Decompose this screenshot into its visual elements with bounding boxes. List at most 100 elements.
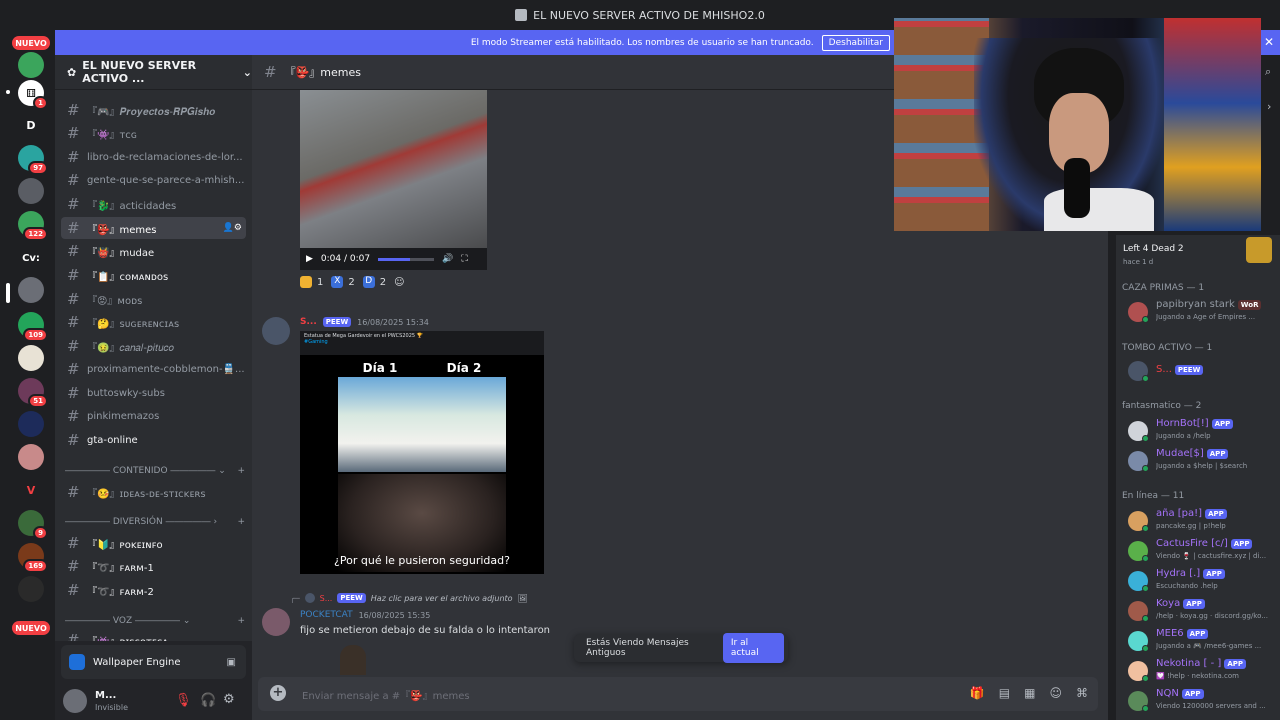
server-icon-red[interactable]: 169 [18,543,48,573]
member-item[interactable]: MEE6 APP Jugando a 🎮 /mee6-games ... [1122,627,1280,655]
server-icon-dog[interactable] [18,345,44,371]
new-badge: NUEVO [12,36,50,50]
category-diversion[interactable]: ――――― DIVERSIÓN ――――― › + [65,517,245,527]
server-icon: ✿ [67,65,77,79]
add-attachment-icon[interactable]: + [270,685,286,701]
channel-ideas[interactable]: # 『🤒』ɪᴅᴇᴀs-ᴅᴇ-sᴛɪᴄᴋᴇʀs [61,481,246,503]
member-item[interactable]: S... PEEW [1122,357,1280,385]
channel-pokeinfo[interactable]: # 『🔰』ᴘᴏᴋᴇɪɴꜰᴏ [61,532,246,554]
activity-label: Wallpaper Engine [93,656,181,668]
video-attachment[interactable] [300,90,487,248]
emoji-icon[interactable]: ☺ [1049,686,1062,700]
member-item[interactable]: Mudae[$] APP Jugando a $help | $search [1122,447,1280,475]
play-icon[interactable]: ▶ [306,254,313,264]
member-item[interactable]: NQN APP Viendo 1200000 servers and ... [1122,687,1280,715]
channel-farm-2[interactable]: # 『➰』ꜰᴀʀᴍ-2 [61,579,246,601]
screen-icon[interactable]: ▣ [227,657,236,668]
search-icon[interactable]: ⌕ [1265,65,1271,79]
server-icon-frog[interactable] [18,52,44,78]
server-icon-plus[interactable]: 109 [18,312,48,342]
member-item[interactable]: aña [pa!] APP pancake.gg | p!help [1122,507,1280,535]
add-channel-icon[interactable]: + [237,466,245,476]
server-icon-figure[interactable] [18,178,44,204]
channel-pinkimemazos[interactable]: # pinkimemazos [61,405,246,427]
server-icon-current[interactable] [18,277,44,303]
activity-panel[interactable]: Wallpaper Engine ▣ [61,645,246,679]
reaction[interactable]: D2 [362,276,386,288]
game-activity-card[interactable]: Left 4 Dead 2 hace 1 d [1122,237,1274,267]
category-voz[interactable]: ――――― VOZ ――――― ⌄ + [65,616,245,626]
chevron-right-icon[interactable]: › [1267,100,1271,113]
category-contenido[interactable]: ――――― CONTENIDO ――――― ⌄ + [65,466,245,476]
add-channel-icon[interactable]: + [237,517,245,527]
volume-icon[interactable]: 🔊 [442,254,453,264]
server-icon-game[interactable]: 9 [18,510,48,540]
gift-icon[interactable]: 🎁 [970,686,985,700]
member-item[interactable]: Hydra [.] APP Escuchando .help [1122,567,1280,595]
member-item[interactable]: HornBot[!] APP Jugando a /help [1122,417,1280,445]
channel-farm-1[interactable]: # 『➰』ꜰᴀʀᴍ-1 [61,555,246,577]
video-progress[interactable] [378,257,435,261]
reaction[interactable]: X2 [331,276,355,288]
member-item[interactable]: papibryan stark WoR Jugando a Age of Empir… [1122,298,1280,326]
member-item[interactable]: Nekotina [ - ] APP 💟 !help · nekotina.com [1122,657,1280,685]
server-icon-valorant[interactable]: V [18,477,44,503]
image-attachment[interactable]: Estatua de Mega Gardevoir en el PWCS2025… [300,331,544,574]
channel-libro[interactable]: # libro-de-reclamaciones-de-lor... [61,146,246,168]
headphones-icon[interactable]: 🎧 [200,693,216,708]
channel-gente[interactable]: # gente-que-se-parece-a-mhish... [61,169,246,191]
channel-memes[interactable]: # 『👺』memes 👤⚙ [61,217,246,239]
channel-acticidades[interactable]: # 『🐉』acticidades [61,193,246,215]
channel-label: pinkimemazos [87,410,160,422]
add-channel-icon[interactable]: + [237,616,245,626]
close-icon[interactable]: ✕ [1264,35,1274,49]
apps-icon[interactable]: ⌘ [1076,686,1088,700]
server-icon-cv[interactable]: Cv: [18,245,44,271]
mute-icon[interactable]: 🎙 [175,693,192,708]
avatar[interactable] [262,608,290,636]
member-item[interactable]: CactusFire [c/] APP Viendo 🍷 | cactusfire.… [1122,537,1280,565]
channel-proyectos[interactable]: # 『🎮』𝑷𝒓𝒐𝒚𝒆𝒄𝒕𝒐𝒔-𝑹𝑷𝑮𝒊𝒔𝒉𝒐 [61,99,246,121]
reaction[interactable]: 1 [300,276,323,288]
channel-mudae[interactable]: # 『👹』mudae [61,240,246,262]
sticker-icon[interactable]: ▦ [1024,686,1035,700]
server-icon-girl[interactable] [18,444,44,470]
server-icon-d[interactable]: D [18,112,44,138]
add-member-icon[interactable]: 👤⚙ [223,223,242,233]
disable-streamer-button[interactable]: Deshabilitar [821,34,890,51]
old-messages-text: Estás Viendo Mensajes Antiguos [586,638,689,658]
fullscreen-icon[interactable]: ⛶ [461,254,467,264]
member-name-text: HornBot[!] [1156,418,1209,429]
channel-sugerencias[interactable]: # 『🤔』sᴜɢᴇʀᴇɴᴄɪᴀs [61,311,246,333]
channel-discoteca[interactable]: # 『👾』ᴅɪsᴄᴏᴛᴇᴄᴀ [61,629,246,641]
guild-header[interactable]: ✿ EL NUEVO SERVER ACTIVO ... ⌄ [55,55,252,90]
channel-comandos[interactable]: # 『📋』ᴄᴏᴍᴀɴᴅᴏs [61,264,246,286]
channel-mods[interactable]: # 『😡』ᴍᴏᴅs [61,288,246,310]
server-icon-dark[interactable] [18,576,44,602]
gif-icon[interactable]: ▤ [999,686,1010,700]
server-icon-pink[interactable]: 51 [18,378,48,408]
message-author[interactable]: POCKETCAT [300,610,353,620]
channel-cobblemon[interactable]: # proximamente-cobblemon-🚆... [61,358,246,380]
server-icon-lana[interactable] [18,411,44,437]
jump-to-present-button[interactable]: Ir al actual [722,633,784,663]
add-reaction-icon[interactable]: ☺ [394,276,404,288]
category-label: DIVERSIÓN [112,517,163,527]
channel-buttoswky[interactable]: # buttoswky-subs [61,382,246,404]
member-item[interactable]: Koya APP/help · koya.gg · discord.gg/ko..… [1122,597,1280,625]
gear-icon[interactable]: ⚙ [223,692,235,707]
server-icon-anime[interactable]: 97 [18,145,48,175]
channel-tcg[interactable]: # 『👾』ᴛᴄɢ [61,122,246,144]
avatar[interactable] [63,689,87,713]
channel-canal-pitucO[interactable]: # 『🤢』𝑐𝑎𝑛𝑎𝑙-𝑝𝑖𝑡𝑢𝑐𝑜 [61,335,246,357]
webcam-overlay [894,18,1261,231]
server-icon-face[interactable]: 122 [18,211,48,241]
avatar[interactable] [262,317,290,345]
message-author[interactable]: S... [300,317,317,327]
channel-gta-online[interactable]: # gta-online [61,429,246,451]
message-composer[interactable]: + Enviar mensaje a #『👺』memes 🎁 ▤ ▦ ☺ ⌘ [258,677,1098,711]
message-input[interactable]: Enviar mensaje a #『👺』memes [302,687,470,702]
server-icon-dice[interactable]: ⚅ 1 [18,80,48,110]
reply-preview[interactable]: ╭─ S... PEEW Haz clic para ver el archiv… [290,593,528,603]
composer-tools: 🎁 ▤ ▦ ☺ ⌘ [970,686,1088,700]
